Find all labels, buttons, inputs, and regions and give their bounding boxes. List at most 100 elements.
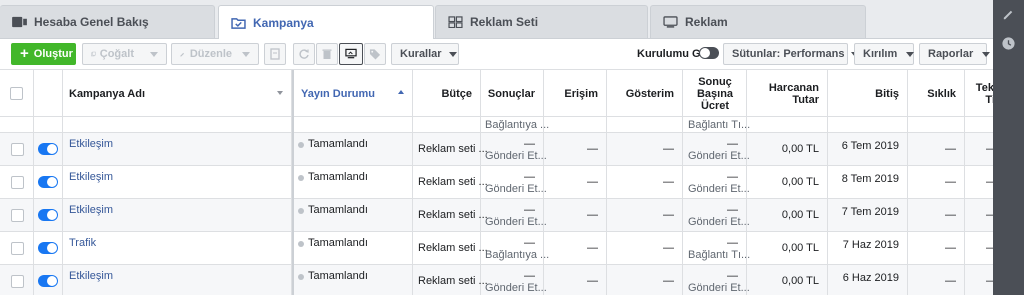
impressions-cell: — [607, 199, 683, 232]
col-label: Gösterim [625, 87, 674, 100]
col-header-budget[interactable]: Bütçe [413, 70, 481, 117]
campaign-on-off-toggle[interactable] [38, 275, 58, 287]
delivery-status: Tamamlandı [308, 138, 368, 150]
clock-icon[interactable] [1001, 36, 1016, 51]
results-sub: Bağlantıya ... [485, 249, 550, 261]
results-sub: Gönderi Et... [485, 183, 547, 195]
spent-value: 0,00 TL [781, 209, 819, 221]
row-checkbox[interactable] [11, 143, 24, 156]
frequency-value: — [945, 209, 956, 221]
frequency-cell: — [908, 232, 965, 265]
discard-button[interactable] [293, 43, 315, 65]
col-header-spent[interactable]: Harcanan Tutar [747, 70, 828, 117]
chevron-down-icon [242, 51, 250, 57]
edit-button[interactable]: Düzenle [171, 43, 259, 65]
col-header-ends[interactable]: Bitiş [828, 70, 908, 117]
campaign-on-off-toggle[interactable] [38, 143, 58, 155]
frequency-cell: — [908, 133, 965, 166]
tab-account-overview[interactable]: Hesaba Genel Bakış [0, 5, 215, 38]
tab-campaign[interactable]: Kampanya [218, 5, 434, 39]
tab-label: Kampanya [253, 15, 314, 30]
cell [908, 117, 965, 133]
name-cell: Etkileşim [63, 166, 292, 199]
reach-cell: — [544, 166, 607, 199]
ab-test-button[interactable] [339, 43, 363, 65]
status-dot [298, 241, 304, 247]
tab-label: Hesaba Genel Bakış [34, 15, 149, 29]
table-row[interactable]: Etkileşim Tamamlandı Reklam seti ... — Gö… [0, 133, 993, 166]
more-cell: — [965, 265, 993, 295]
campaign-name-link[interactable]: Etkileşim [69, 138, 113, 150]
tab-label: Reklam Seti [470, 15, 539, 29]
delete-button[interactable] [316, 43, 338, 65]
table-row[interactable]: Etkileşim Tamamlandı Reklam seti ... — Gö… [0, 166, 993, 199]
col-header-delivery[interactable]: Yayın Durumu [292, 70, 413, 117]
campaign-on-off-toggle[interactable] [38, 209, 58, 221]
col-label: Kampanya Adı [69, 87, 146, 100]
col-header-name[interactable]: Kampanya Adı [63, 70, 292, 117]
tag-button[interactable] [364, 43, 386, 65]
rules-label: Kurallar [400, 48, 442, 60]
col-header-frequency[interactable]: Sıklık [908, 70, 965, 117]
reach-value: — [587, 275, 598, 287]
col-header-results[interactable]: Sonuçlar [481, 70, 544, 117]
cell [63, 117, 292, 133]
frequency-value: — [945, 143, 956, 155]
ends-cell: 6 Haz 2019 [828, 265, 908, 295]
reach-cell: — [544, 232, 607, 265]
row-checkbox[interactable] [11, 176, 24, 189]
account-overview-icon [12, 16, 27, 28]
col-header-cost-per-result[interactable]: Sonuç Başına Ücret [683, 70, 747, 117]
table-row[interactable]: Etkileşim Tamamlandı Reklam seti ... — Gö… [0, 265, 993, 295]
select-all-cell [0, 70, 34, 117]
col-label: Bitiş [875, 87, 899, 100]
cost-cell: — Gönderi Et... [683, 166, 750, 199]
col-label: Teki [975, 81, 993, 94]
chevron-down-icon [906, 51, 915, 57]
tab-ad[interactable]: Reklam [650, 5, 866, 38]
pencil-icon[interactable] [1001, 7, 1016, 22]
breakdown-dropdown[interactable]: Kırılım [854, 43, 915, 65]
edit-label: Düzenle [189, 48, 232, 60]
col-header-impressions[interactable]: Gösterim [607, 70, 683, 117]
row-checkbox[interactable] [11, 209, 24, 222]
budget-value: Reklam seti ... [418, 275, 488, 287]
table-row[interactable]: Trafik Tamamlandı Reklam seti ... — Bağla… [0, 232, 993, 265]
more-cell: — [965, 199, 993, 232]
ends-cell: 7 Haz 2019 [828, 232, 908, 265]
campaign-on-off-toggle[interactable] [38, 176, 58, 188]
campaign-name-link[interactable]: Etkileşim [69, 270, 113, 282]
col-header-reach[interactable]: Erişim [544, 70, 607, 117]
campaign-on-off-toggle[interactable] [38, 242, 58, 254]
results-sub: Gönderi Et... [485, 216, 547, 228]
campaign-name-link[interactable]: Etkileşim [69, 171, 113, 183]
row-checkbox[interactable] [11, 275, 24, 288]
more-value: — [986, 275, 993, 287]
duplicate-button[interactable]: Çoğalt [82, 43, 167, 65]
tab-ad-set[interactable]: Reklam Seti [435, 5, 648, 38]
campaign-name-link[interactable]: Trafik [69, 237, 96, 249]
campaign-name-link[interactable]: Etkileşim [69, 204, 113, 216]
rules-dropdown[interactable]: Kurallar [391, 43, 459, 65]
columns-dropdown[interactable]: Sütunlar: Performans [723, 43, 860, 65]
pencil-icon [180, 52, 185, 57]
row-checkbox[interactable] [11, 242, 24, 255]
name-cell: Etkileşim [63, 265, 292, 295]
duplicate-icon [91, 51, 96, 57]
reports-dropdown[interactable]: Raporlar [919, 43, 991, 65]
archive-button[interactable] [264, 43, 286, 65]
delivery-status: Tamamlandı [308, 270, 368, 282]
toggle-cell [34, 199, 63, 232]
level-tabs: Hesaba Genel Bakış Kampanya Reklam Seti … [0, 0, 993, 39]
table-row[interactable]: Etkileşim Tamamlandı Reklam seti ... — Gö… [0, 199, 993, 232]
impressions-cell: — [607, 166, 683, 199]
reach-cell: — [544, 199, 607, 232]
budget-value: Reklam seti ... [418, 209, 488, 221]
delivery-cell: Tamamlandı [292, 199, 413, 232]
results-value: — [524, 237, 535, 249]
select-all-checkbox[interactable] [10, 87, 23, 100]
create-button[interactable]: + Oluştur [11, 43, 76, 65]
ends-value: 8 Tem 2019 [841, 173, 899, 185]
setup-toggle[interactable] [699, 47, 719, 59]
col-header-more[interactable]: Teki Ti [965, 70, 993, 117]
